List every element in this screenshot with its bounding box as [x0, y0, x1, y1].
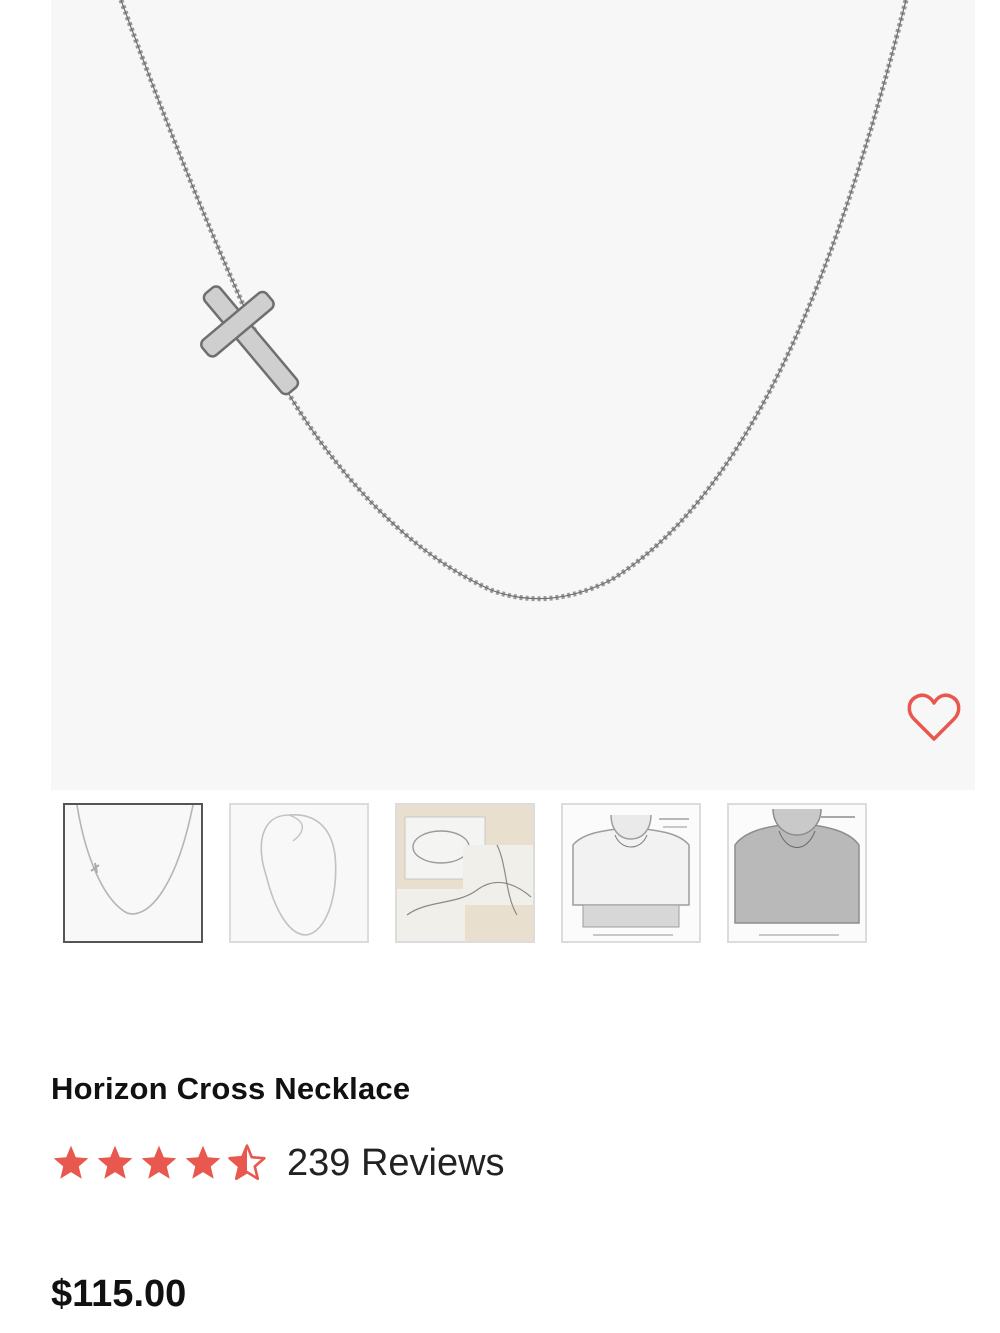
star-icon [97, 1145, 133, 1179]
reviews-link[interactable]: 239 Reviews [287, 1142, 505, 1185]
thumbnail-strip [63, 803, 867, 945]
star-icon [141, 1145, 177, 1179]
thumbnail-necklace-front[interactable] [63, 803, 203, 943]
thumbnail-length-guide-long[interactable] [727, 803, 867, 943]
product-price: $115.00 [51, 1273, 187, 1315]
thumbnail-necklace-full-chain[interactable] [229, 803, 369, 943]
star-icon [185, 1145, 221, 1179]
star-icon [53, 1145, 89, 1179]
product-page: Horizon Cross Necklace 239 Reviews $115.… [0, 0, 1000, 1333]
heart-outline-icon[interactable] [906, 692, 962, 744]
product-image-main[interactable] [51, 0, 975, 790]
star-rating [51, 1144, 267, 1182]
product-title: Horizon Cross Necklace [51, 1071, 411, 1106]
star-half-icon [228, 1144, 266, 1181]
thumbnail-gift-box[interactable] [395, 803, 535, 943]
thumbnail-length-guide-short[interactable] [561, 803, 701, 943]
rating-row[interactable]: 239 Reviews [51, 1138, 505, 1188]
necklace-image [118, 0, 909, 602]
